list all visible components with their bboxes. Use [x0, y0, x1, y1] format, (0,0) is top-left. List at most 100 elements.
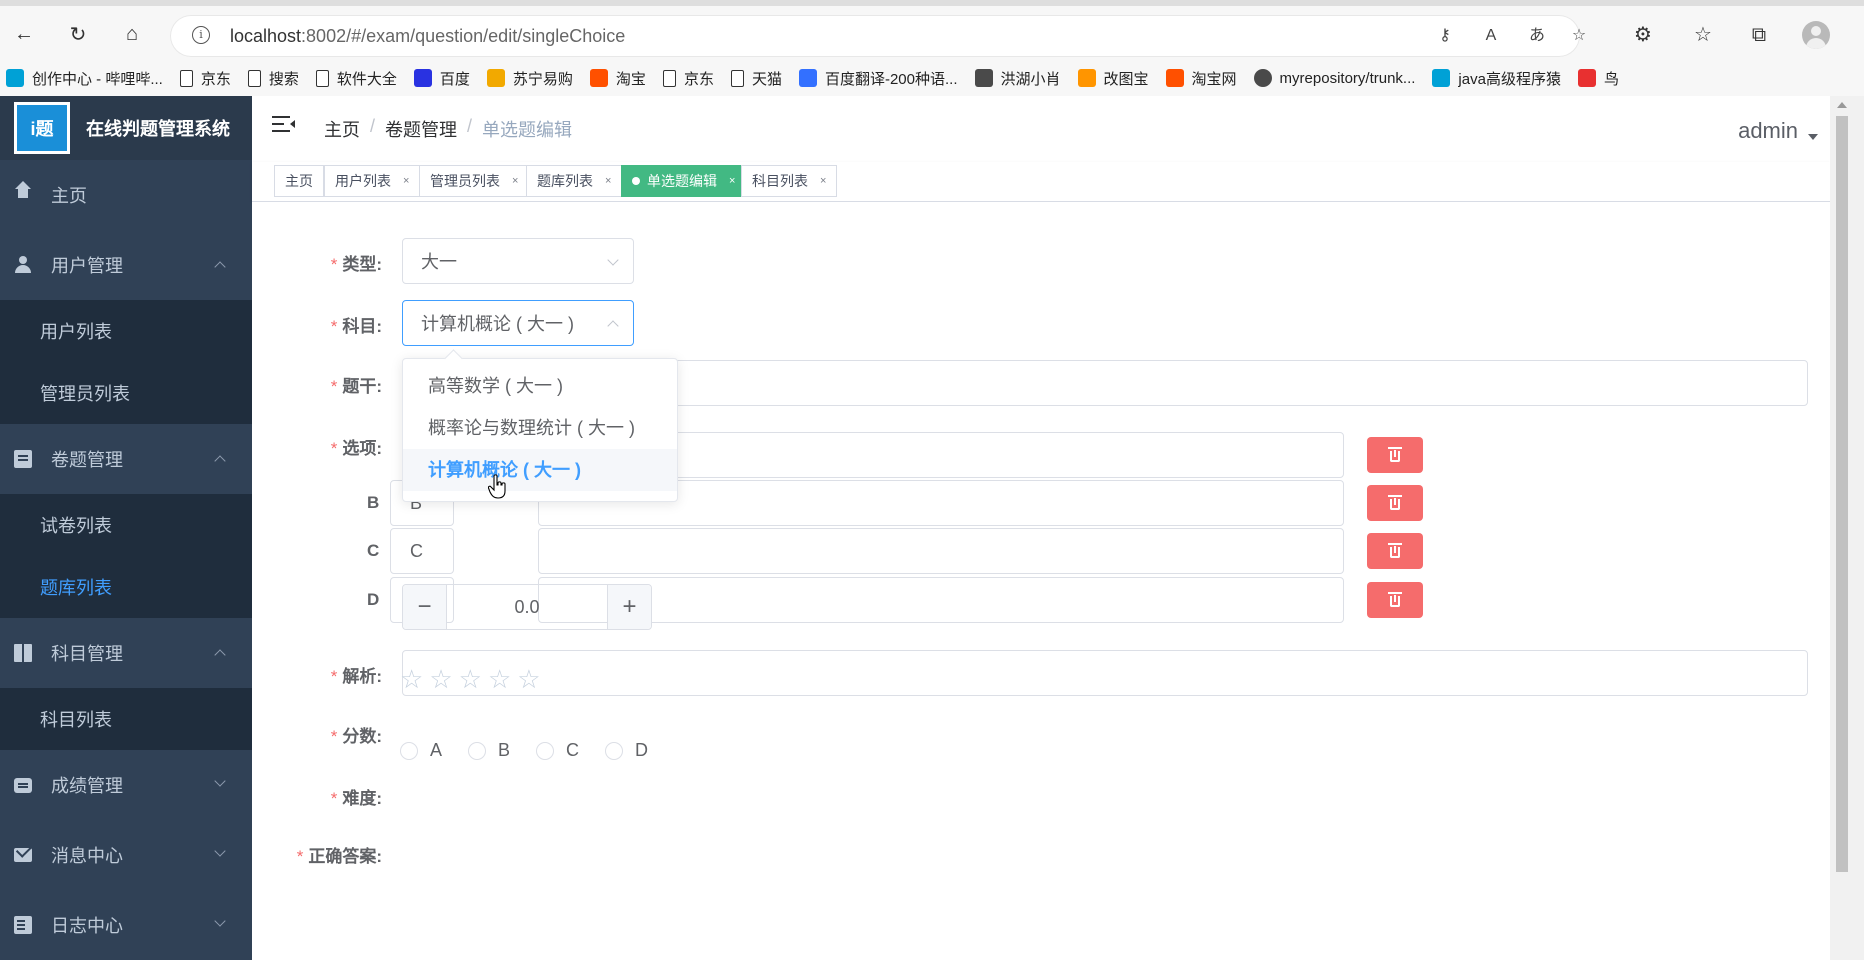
extensions-icon[interactable]: ⚙: [1630, 22, 1656, 48]
bookmark-item[interactable]: 京东: [662, 68, 714, 89]
subject-select[interactable]: 计算机概论 ( 大一 ): [402, 300, 634, 346]
dropdown-option[interactable]: 概率论与数理统计 ( 大一 ): [403, 407, 677, 449]
bookmark-item[interactable]: 苏宁易购: [486, 68, 573, 89]
difficulty-rating[interactable]: ☆ ☆ ☆ ☆ ☆: [400, 666, 547, 692]
user-menu[interactable]: admin: [1738, 118, 1818, 144]
tab-5[interactable]: 科目列表 ×: [741, 165, 838, 197]
back-arrow-icon[interactable]: ←: [10, 20, 38, 48]
hamburger-icon[interactable]: [272, 116, 295, 134]
key-icon[interactable]: ⚷: [1434, 25, 1456, 47]
answer-radio-d[interactable]: D: [605, 740, 648, 761]
bookmark-item[interactable]: myrepository/trunk...: [1253, 69, 1415, 87]
bookmark-item[interactable]: 搜索: [247, 68, 299, 89]
close-icon[interactable]: ×: [605, 175, 611, 187]
tab-label: 单选题编辑: [647, 173, 717, 189]
logo-area[interactable]: i题 在线判题管理系统: [0, 96, 252, 160]
favorites-icon[interactable]: ☆: [1690, 22, 1716, 48]
address-bar[interactable]: i localhost:8002/#/exam/question/edit/si…: [170, 15, 1586, 57]
scroll-thumb[interactable]: [1836, 116, 1848, 872]
radio-circle[interactable]: [605, 741, 624, 760]
bookmark-item[interactable]: 软件大全: [315, 68, 397, 89]
star-icon[interactable]: ☆: [459, 666, 482, 692]
breadcrumb-home[interactable]: 主页: [324, 116, 360, 142]
decrease-button[interactable]: −: [403, 585, 447, 629]
read-aloud-icon[interactable]: A: [1480, 25, 1502, 47]
star-icon[interactable]: ☆: [400, 666, 423, 692]
sidebar-item-2[interactable]: 卷题管理: [0, 424, 252, 494]
dropdown-option[interactable]: 高等数学 ( 大一 ): [403, 365, 677, 407]
sidebar-item-3[interactable]: 科目管理: [0, 618, 252, 688]
refresh-icon[interactable]: ↻: [64, 20, 92, 48]
close-icon[interactable]: ×: [512, 175, 518, 187]
close-icon[interactable]: ×: [403, 175, 409, 187]
sidebar-subitem[interactable]: 用户列表: [0, 300, 252, 362]
radio-circle[interactable]: [400, 741, 418, 760]
tab-0[interactable]: 主页: [274, 165, 324, 197]
subject-dropdown: 高等数学 ( 大一 ) 概率论与数理统计 ( 大一 ) 计算机概论 ( 大一 ): [402, 358, 678, 502]
answer-radio-b[interactable]: B: [468, 740, 510, 761]
username[interactable]: admin: [1738, 118, 1798, 144]
delete-option-button[interactable]: [1367, 582, 1423, 618]
bookmark-item[interactable]: 京东: [179, 68, 231, 89]
bookmark-item[interactable]: 百度: [413, 68, 470, 89]
sidebar-subitem[interactable]: 试卷列表: [0, 494, 252, 556]
star-icon[interactable]: ☆: [517, 666, 540, 692]
sidebar-subitem[interactable]: 题库列表: [0, 556, 252, 618]
collections-icon[interactable]: ⧉: [1746, 22, 1772, 48]
user-icon: [14, 256, 32, 274]
profile-avatar-icon[interactable]: [1802, 21, 1830, 49]
bookmark-label: 鸟: [1603, 70, 1619, 88]
caret-down-icon[interactable]: [1808, 134, 1818, 140]
tab-2[interactable]: 管理员列表 ×: [419, 165, 530, 197]
bookmark-item[interactable]: 淘宝网: [1165, 68, 1237, 89]
star-icon[interactable]: ☆: [429, 666, 452, 692]
translate-icon[interactable]: あ: [1526, 25, 1548, 47]
tab-3[interactable]: 题库列表 ×: [526, 165, 623, 197]
score-value[interactable]: 0.0: [447, 585, 607, 629]
delete-option-button[interactable]: [1367, 533, 1423, 569]
radio-circle[interactable]: [536, 741, 555, 760]
delete-option-button[interactable]: [1367, 485, 1423, 521]
close-icon[interactable]: ×: [729, 175, 735, 187]
dropdown-option[interactable]: 计算机概论 ( 大一 ): [403, 449, 677, 491]
breadcrumb-paper-management[interactable]: 卷题管理: [385, 116, 457, 142]
url-text[interactable]: localhost:8002/#/exam/question/edit/sing…: [230, 26, 625, 47]
analysis-input[interactable]: [402, 650, 1808, 696]
radio-circle[interactable]: [468, 741, 487, 760]
bookmark-item[interactable]: 百度翻译-200种语...: [798, 68, 958, 89]
radio-label: C: [566, 740, 580, 760]
sidebar-subitem[interactable]: 科目列表: [0, 688, 252, 750]
sidebar-item-1[interactable]: 用户管理: [0, 230, 252, 300]
score-stepper[interactable]: − 0.0 +: [402, 584, 652, 630]
info-icon[interactable]: i: [192, 26, 210, 44]
bookmark-item[interactable]: 鸟: [1577, 68, 1619, 89]
home-icon[interactable]: ⌂: [118, 20, 146, 48]
sidebar-item-6[interactable]: 日志中心: [0, 890, 252, 960]
option-content-input[interactable]: [538, 528, 1344, 574]
favorite-add-icon[interactable]: ☆: [1568, 25, 1590, 47]
sidebar-item-5[interactable]: 消息中心: [0, 820, 252, 890]
scroll-up-arrow-icon[interactable]: [1837, 102, 1847, 108]
bookmark-item[interactable]: java高级程序猿: [1432, 68, 1561, 89]
tab-4[interactable]: 单选题编辑 ×: [621, 165, 747, 197]
sidebar-subitem[interactable]: 管理员列表: [0, 362, 252, 424]
bookmark-item[interactable]: 创作中心 - 哔哩哔...: [6, 68, 163, 89]
sidebar-item-0[interactable]: 主页: [0, 160, 252, 230]
bookmark-item[interactable]: 淘宝: [589, 68, 646, 89]
bookmark-item[interactable]: 天猫: [730, 68, 782, 89]
answer-radio-c[interactable]: C: [536, 740, 579, 761]
close-icon[interactable]: ×: [820, 175, 826, 187]
star-icon[interactable]: ☆: [488, 666, 511, 692]
delete-option-a-button[interactable]: [1367, 437, 1423, 473]
sidebar-item-4[interactable]: 成绩管理: [0, 750, 252, 820]
type-select[interactable]: 大一: [402, 238, 634, 284]
page-scrollbar[interactable]: [1830, 96, 1864, 960]
option-letter-input[interactable]: C: [390, 528, 454, 574]
tab-1[interactable]: 用户列表 ×: [324, 165, 421, 197]
bookmark-item[interactable]: 改图宝: [1077, 68, 1149, 89]
increase-button[interactable]: +: [607, 585, 651, 629]
document-icon: [14, 450, 32, 468]
bookmark-item[interactable]: 洪湖小肖: [974, 68, 1061, 89]
option-content-input[interactable]: [538, 577, 1344, 623]
answer-radio-a[interactable]: A: [400, 740, 442, 761]
